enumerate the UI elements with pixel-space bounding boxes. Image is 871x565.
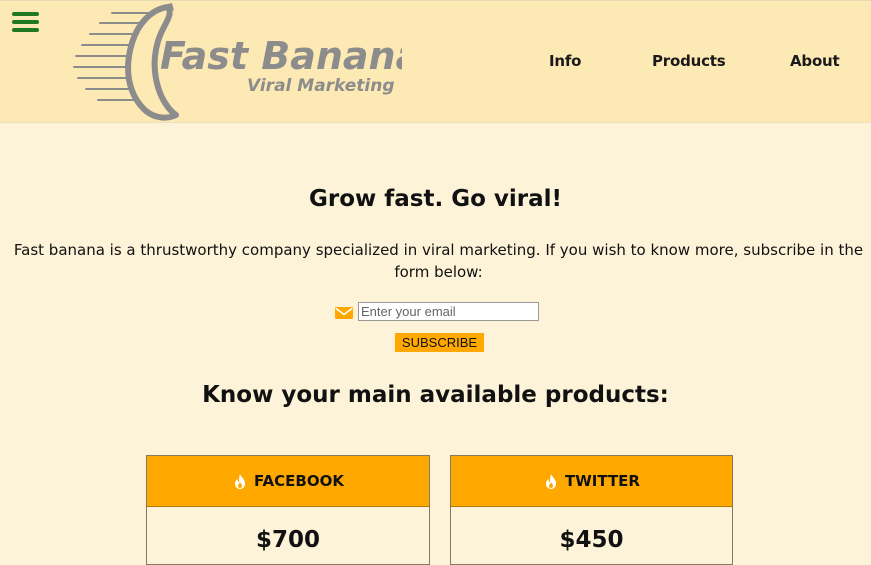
product-name: TWITTER xyxy=(565,472,640,490)
mail-icon xyxy=(335,307,353,319)
subscribe-button[interactable]: SUBSCRIBE xyxy=(395,333,484,352)
subscribe-form xyxy=(334,302,544,324)
product-card-twitter[interactable]: TWITTER $450 xyxy=(450,455,733,565)
hero-title: Grow fast. Go viral! xyxy=(308,186,563,212)
product-card-header: FACEBOOK xyxy=(147,456,429,507)
fast-banana-logo[interactable]: Fast Banana Viral Marketing xyxy=(72,3,402,121)
brand-name: Fast Banana xyxy=(160,34,402,78)
product-price: $450 xyxy=(559,527,624,553)
products-title: Know your main available products: xyxy=(202,382,669,408)
product-card-facebook[interactable]: FACEBOOK $700 xyxy=(146,455,430,565)
hero-intro: Fast banana is a thrustworthy company sp… xyxy=(13,241,864,281)
fire-icon xyxy=(546,473,557,489)
email-input[interactable] xyxy=(358,302,539,321)
nav-info[interactable]: Info xyxy=(549,52,581,74)
site-header: Fast Banana Viral Marketing Info Product… xyxy=(0,0,871,123)
fire-icon xyxy=(235,473,246,489)
hamburger-menu-icon[interactable] xyxy=(12,12,39,33)
brand-tagline: Viral Marketing xyxy=(247,76,395,96)
nav-products[interactable]: Products xyxy=(652,52,726,74)
product-price: $700 xyxy=(255,527,320,553)
nav-about[interactable]: About xyxy=(790,52,840,74)
product-card-header: TWITTER xyxy=(451,456,732,507)
product-name: FACEBOOK xyxy=(254,472,344,490)
